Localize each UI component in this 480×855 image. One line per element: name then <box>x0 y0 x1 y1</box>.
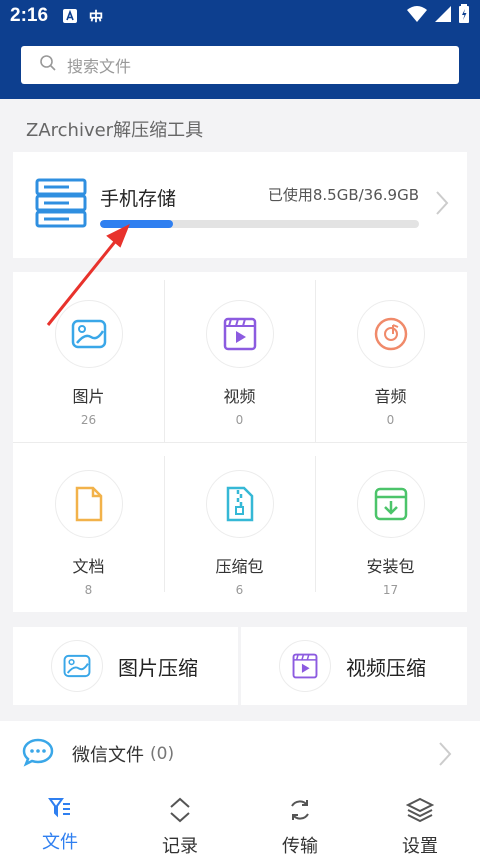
category-count: 0 <box>386 413 395 427</box>
document-icon <box>54 470 123 538</box>
status-bar: 2:16 <box>0 0 480 32</box>
phone-storage-card[interactable]: 手机存储 已使用8.5GB/36.9GB <box>13 152 467 258</box>
sync-icon <box>288 797 312 827</box>
tab-transfer[interactable]: 传输 <box>240 787 360 855</box>
category-install-packages[interactable]: 安装包 17 <box>315 442 466 612</box>
image-icon <box>54 300 123 368</box>
app-header: 搜索文件 <box>0 32 480 99</box>
category-count: 8 <box>84 583 93 597</box>
tab-label: 设置 <box>402 836 438 855</box>
layers-icon <box>405 797 435 827</box>
category-audio[interactable]: 音频 0 <box>315 272 466 442</box>
chat-bubble-icon <box>22 737 54 771</box>
search-icon <box>39 54 57 76</box>
category-count: 26 <box>80 413 97 427</box>
tab-label: 文件 <box>42 832 78 853</box>
section-title: ZArchiver解压缩工具 <box>26 120 204 141</box>
category-label: 压缩包 <box>215 557 264 576</box>
video-compress-button[interactable]: 视频压缩 <box>241 627 467 705</box>
status-time: 2:16 <box>10 5 49 26</box>
audio-icon <box>356 300 425 368</box>
storage-progress-fill <box>100 220 174 228</box>
video-compress-label: 视频压缩 <box>346 655 426 680</box>
filter-icon <box>48 797 72 823</box>
image-compress-button[interactable]: 图片压缩 <box>13 627 238 705</box>
wechat-files-row[interactable]: 微信文件 (0) <box>0 721 480 787</box>
category-label: 音频 <box>374 387 407 406</box>
chevron-right-icon <box>438 741 452 771</box>
cell-signal-icon <box>434 5 452 28</box>
category-videos[interactable]: 视频 0 <box>164 272 315 442</box>
category-label: 视频 <box>223 387 256 406</box>
battery-icon <box>458 3 470 29</box>
category-label: 文档 <box>72 557 105 576</box>
category-archives[interactable]: 压缩包 6 <box>164 442 315 612</box>
wechat-files-count: (0) <box>150 744 175 764</box>
chevron-right-icon <box>435 190 449 220</box>
archive-icon <box>205 470 274 538</box>
tab-records[interactable]: 记录 <box>120 787 240 855</box>
wechat-files-label: 微信文件 <box>72 745 144 766</box>
category-grid: 图片 26 视频 0 音频 0 文档 8 压缩包 6 安装包 17 <box>13 272 467 612</box>
category-count: 0 <box>235 413 244 427</box>
storage-icon <box>35 178 87 232</box>
category-images[interactable]: 图片 26 <box>13 272 164 442</box>
image-icon <box>51 640 103 692</box>
font-notification-icon <box>62 8 78 24</box>
category-label: 安装包 <box>366 557 415 576</box>
category-documents[interactable]: 文档 8 <box>13 442 164 612</box>
video-icon <box>205 300 274 368</box>
tab-label: 记录 <box>162 836 198 855</box>
tab-label: 传输 <box>282 836 318 855</box>
category-count: 17 <box>382 583 399 597</box>
storage-used: 已使用8.5GB/36.9GB <box>267 186 419 204</box>
category-count: 6 <box>235 583 244 597</box>
tab-files[interactable]: 文件 <box>0 787 120 855</box>
bug-notification-icon <box>88 8 104 24</box>
category-label: 图片 <box>72 387 105 406</box>
chevron-up-down-icon <box>168 797 192 827</box>
storage-name: 手机存储 <box>100 188 177 210</box>
tab-settings[interactable]: 设置 <box>360 787 480 855</box>
search-input[interactable]: 搜索文件 <box>21 46 459 84</box>
wifi-icon <box>406 5 428 28</box>
bottom-tab-bar: 文件 记录 传输 设置 <box>0 787 480 855</box>
storage-progress-bar <box>100 220 419 228</box>
image-compress-label: 图片压缩 <box>118 655 198 680</box>
video-icon <box>279 640 331 692</box>
install-icon <box>356 470 425 538</box>
search-placeholder: 搜索文件 <box>67 57 132 76</box>
